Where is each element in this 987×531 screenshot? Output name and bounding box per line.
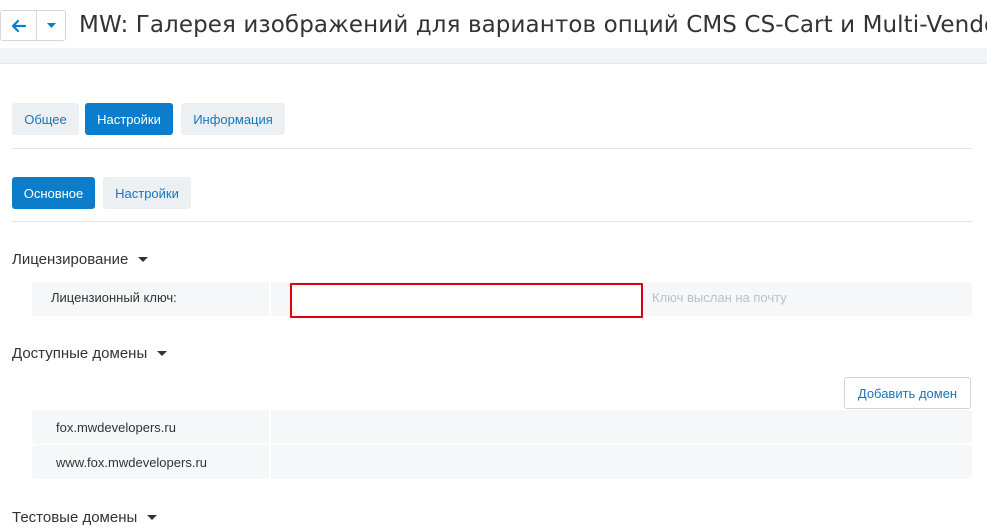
tab-general[interactable]: Общее xyxy=(12,103,79,135)
license-key-input[interactable] xyxy=(290,283,643,318)
page-header: MW: Галерея изображений для вариантов оп… xyxy=(0,0,987,48)
row-divider xyxy=(269,282,271,316)
tab-information[interactable]: Информация xyxy=(181,103,285,135)
license-key-hint: Ключ выслан на почту xyxy=(652,290,787,305)
page-title: MW: Галерея изображений для вариантов оп… xyxy=(79,12,987,38)
row-divider xyxy=(269,445,271,479)
back-button[interactable] xyxy=(0,10,37,41)
tab-settings[interactable]: Настройки xyxy=(85,103,173,135)
test-domains-title: Тестовые домены xyxy=(12,509,138,526)
subtab-main[interactable]: Основное xyxy=(12,177,95,209)
caret-down-icon xyxy=(46,22,56,28)
subtab-settings[interactable]: Настройки xyxy=(103,177,191,209)
back-dropdown-button[interactable] xyxy=(37,10,66,41)
caret-down-icon xyxy=(157,351,168,356)
test-domains-section-toggle[interactable]: Тестовые домены xyxy=(12,509,158,526)
domains-section-toggle[interactable]: Доступные домены xyxy=(12,345,168,362)
subtabs-divider xyxy=(12,221,972,222)
licensing-title: Лицензирование xyxy=(12,251,129,268)
caret-down-icon xyxy=(147,515,158,520)
header-subband xyxy=(0,48,987,64)
domain-item: www.fox.mwdevelopers.ru xyxy=(56,455,207,470)
back-button-group xyxy=(0,10,66,41)
domain-item: fox.mwdevelopers.ru xyxy=(56,420,176,435)
domains-title: Доступные домены xyxy=(12,345,148,362)
row-divider xyxy=(269,410,271,444)
add-domain-button[interactable]: Добавить домен xyxy=(844,377,971,409)
license-key-label: Лицензионный ключ: xyxy=(51,290,177,305)
arrow-left-icon xyxy=(11,19,26,32)
caret-down-icon xyxy=(138,257,149,262)
licensing-section-toggle[interactable]: Лицензирование xyxy=(12,251,149,268)
tabs-divider xyxy=(12,148,972,149)
